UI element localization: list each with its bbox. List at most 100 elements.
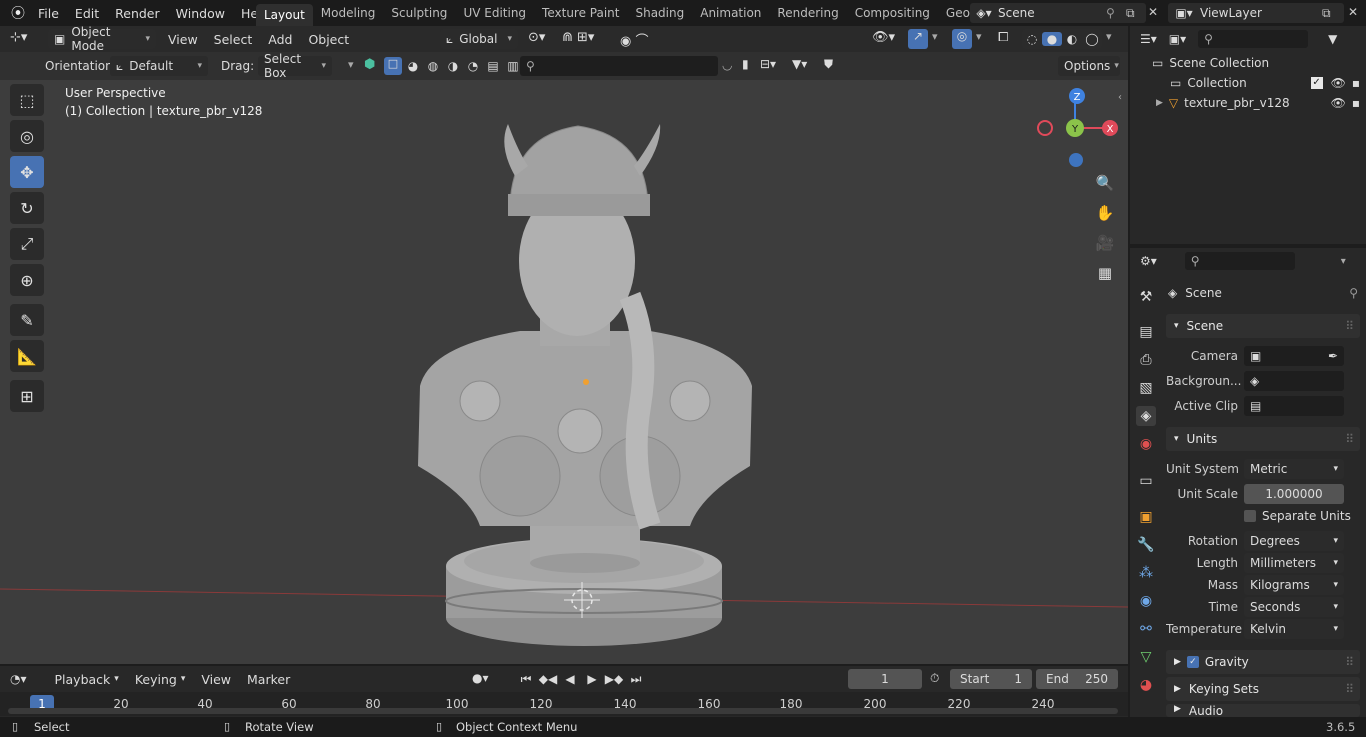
new-view-layer-icon[interactable]: ⧉ (1322, 6, 1344, 21)
collection-row[interactable]: ▭ Collection ✓ 👁 ▪ (1170, 74, 1360, 92)
menu-view[interactable]: View (160, 26, 206, 52)
transform-tool[interactable]: ⊕ (10, 264, 44, 296)
play-icon[interactable]: ▶ (582, 672, 602, 686)
tab-uv-editing[interactable]: UV Editing (455, 0, 534, 26)
select-box-tool[interactable]: ⬚ (10, 84, 44, 116)
object-row[interactable]: ▶ ▽ texture_pbr_v128 👁 ▪ (1156, 94, 1360, 112)
jump-start-icon[interactable]: ⏮ (516, 672, 536, 687)
new-scene-icon[interactable]: ⧉ (1126, 6, 1146, 21)
units-panel-header[interactable]: ▾ Units ⠿ (1166, 427, 1360, 451)
camera-icon[interactable]: ▪ (1352, 96, 1360, 110)
clock-icon[interactable]: ⏱ (930, 671, 939, 686)
drag-dropdown[interactable]: Select Box ▾ (258, 52, 332, 80)
editor-type-icon[interactable]: ⊹▾ (10, 30, 27, 45)
gizmo-dropdown-icon[interactable]: ▾ (932, 30, 938, 43)
outliner-editor-icon[interactable]: ☰▾ (1140, 32, 1157, 46)
tab-layout[interactable]: Layout (256, 4, 313, 26)
gizmo-toggle-icon[interactable]: ↗ (908, 29, 928, 49)
search-input[interactable]: ⚲ (520, 56, 718, 76)
filter-toggle-icon[interactable]: ◡ (722, 58, 732, 72)
menu-keying[interactable]: Keying ▾ (127, 666, 194, 692)
drag-handle-icon[interactable]: ⠿ (1345, 682, 1354, 696)
wireframe-shading-icon[interactable]: ◌ (1022, 32, 1042, 46)
chevron-down-icon[interactable]: ▾ (348, 58, 354, 71)
scene-tab-icon[interactable]: ◈ (1136, 406, 1156, 426)
mass-dropdown[interactable]: Kilograms ▾ (1244, 575, 1344, 595)
pin-icon[interactable]: ⚲ (1106, 6, 1126, 20)
visibility-icon[interactable]: 👁▾ (872, 30, 895, 45)
object-types-icon[interactable]: ⬢ (364, 57, 375, 72)
constraints-tab-icon[interactable]: ⚯ (1136, 619, 1156, 639)
collection-tab-icon[interactable]: ▭ (1136, 471, 1156, 491)
background-field[interactable]: ◈ (1244, 371, 1344, 391)
transform-orientation-dropdown[interactable]: ⟀ Global ▾ (440, 29, 518, 49)
active-clip-field[interactable]: ▤ (1244, 396, 1344, 416)
modifier-tab-icon[interactable]: 🔧 (1136, 535, 1156, 555)
expand-arrow-icon[interactable]: ▶ (1156, 98, 1163, 108)
filter-icon[interactable]: ▼▾ (792, 57, 807, 71)
menu-edit[interactable]: Edit (67, 0, 107, 26)
orientation-dropdown[interactable]: ⟀ Default ▾ (110, 56, 208, 76)
menu-render[interactable]: Render (107, 0, 168, 26)
overlay-dropdown-icon[interactable]: ▾ (976, 30, 982, 43)
tab-animation[interactable]: Animation (692, 0, 769, 26)
camera-field[interactable]: ▣ ✒ (1244, 346, 1344, 366)
properties-search-input[interactable]: ⚲ (1184, 252, 1295, 270)
record-icon[interactable]: ●▾ (472, 671, 489, 685)
layout-icon[interactable]: ⊟▾ (760, 57, 776, 71)
outliner-filter-icon[interactable]: ▼ (1328, 32, 1337, 46)
add-cube-tool[interactable]: ⊞ (10, 380, 44, 412)
gravity-checkbox[interactable]: ✓ (1186, 656, 1199, 668)
menu-playback[interactable]: Playback ▾ (47, 666, 127, 692)
tab-rendering[interactable]: Rendering (769, 0, 846, 26)
rotation-dropdown[interactable]: Degrees ▾ (1244, 531, 1344, 551)
tab-compositing[interactable]: Compositing (847, 0, 938, 26)
chevron-down-icon[interactable]: ▾ (1341, 256, 1346, 267)
properties-editor-icon[interactable]: ⚙▾ (1140, 254, 1157, 268)
material-tab-icon[interactable]: ◕ (1136, 675, 1156, 695)
keying-sets-panel-header[interactable]: ▶ Keying Sets ⠿ (1166, 677, 1360, 701)
unit-scale-field[interactable]: 1.000000 (1244, 484, 1344, 504)
bookmark-icon[interactable]: ▮ (742, 57, 749, 71)
length-dropdown[interactable]: Millimeters ▾ (1244, 553, 1344, 573)
timeline-scrollbar[interactable] (8, 708, 1118, 714)
shading-dropdown-icon[interactable]: ▾ (1106, 30, 1112, 43)
physics-tab-icon[interactable]: ◉ (1136, 591, 1156, 611)
checkbox-icon[interactable]: ✓ (1310, 77, 1323, 89)
material-shading-icon[interactable]: ◐ (1062, 32, 1082, 46)
audio-panel-header[interactable]: ▶ Audio (1166, 704, 1360, 717)
eye-icon[interactable]: 👁 (1331, 96, 1346, 110)
proportional-edit-icon[interactable]: ◉ ⌒ (620, 30, 648, 49)
filter-surface-icon[interactable]: ◑ (444, 59, 462, 73)
jump-end-icon[interactable]: ⏭ (626, 672, 646, 687)
play-reverse-icon[interactable]: ◀ (560, 672, 580, 686)
prev-keyframe-icon[interactable]: ◆◀ (538, 672, 558, 686)
output-tab-icon[interactable]: ⎙ (1136, 350, 1156, 370)
zoom-icon[interactable]: 🔍 (1092, 170, 1118, 196)
sidebar-toggle-icon[interactable]: ‹ (1118, 92, 1122, 103)
drag-handle-icon[interactable]: ⠿ (1345, 432, 1354, 446)
tool-tab-icon[interactable]: ⚒ (1136, 287, 1156, 307)
view-layer-tab-icon[interactable]: ▧ (1136, 378, 1156, 398)
display-mode-icon[interactable]: ▣▾ (1169, 32, 1186, 46)
view-layer-selector[interactable]: ▣▾ ViewLayer ⧉ (1168, 3, 1344, 23)
tab-shading[interactable]: Shading (627, 0, 692, 26)
annotate-tool[interactable]: ✎ (10, 304, 44, 336)
camera-view-icon[interactable]: 🎥 (1092, 230, 1118, 256)
world-tab-icon[interactable]: ◉ (1136, 434, 1156, 454)
unit-system-dropdown[interactable]: Metric ▾ (1244, 459, 1344, 479)
timeline-editor-icon[interactable]: ◔▾ (10, 672, 27, 686)
solid-shading-icon[interactable]: ● (1042, 32, 1062, 46)
shield-icon[interactable]: ⛊ (824, 57, 833, 72)
tab-sculpting[interactable]: Sculpting (383, 0, 455, 26)
camera-icon[interactable]: ▪ (1352, 76, 1360, 90)
scene-collection-row[interactable]: ▭ Scene Collection (1152, 54, 1269, 72)
scene-selector[interactable]: ◈▾ Scene ⚲ ⧉ (970, 3, 1146, 23)
remove-view-layer-icon[interactable]: ✕ (1348, 5, 1358, 19)
filter-mesh-icon[interactable]: ◕ (404, 59, 422, 73)
pivot-point-icon[interactable]: ⊙▾ (528, 30, 545, 45)
move-tool[interactable]: ✥ (10, 156, 44, 188)
snap-icon[interactable]: ⋒ ⊞▾ (562, 30, 594, 45)
blender-logo-icon[interactable]: ⦿ (6, 3, 30, 23)
tab-texture-paint[interactable]: Texture Paint (534, 0, 627, 26)
